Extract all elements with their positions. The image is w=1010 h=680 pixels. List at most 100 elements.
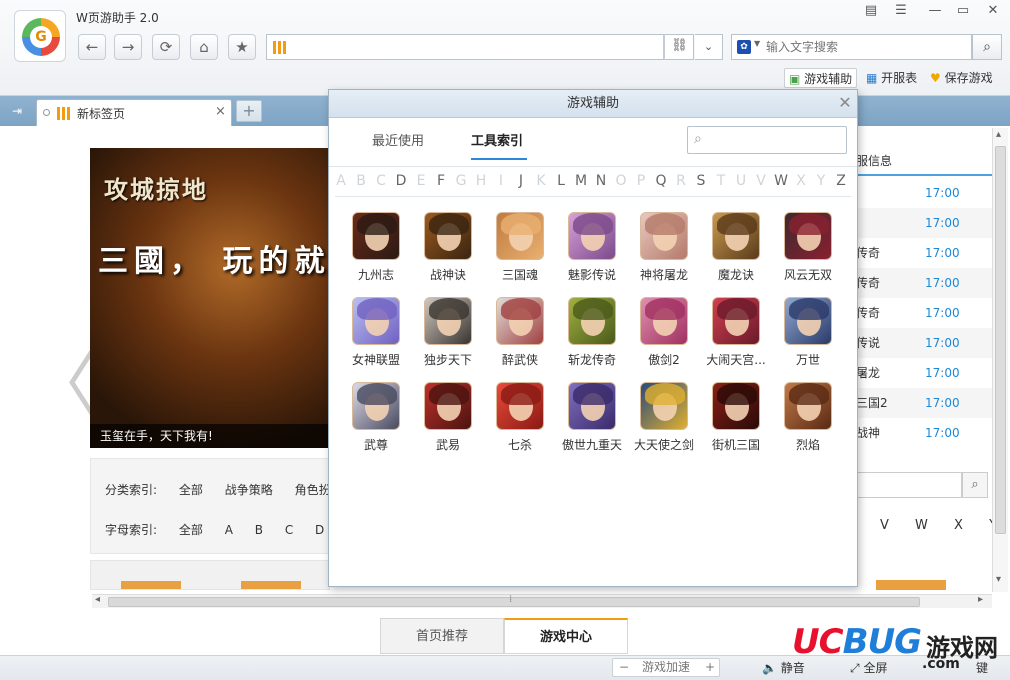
alpha-f[interactable]: F xyxy=(431,168,451,194)
alpha-l[interactable]: L xyxy=(551,168,571,194)
tool-item[interactable]: 战神诀 xyxy=(412,212,484,294)
tool-item[interactable]: 斩龙传奇 xyxy=(556,297,628,379)
tool-item[interactable]: 独步天下 xyxy=(412,297,484,379)
address-dropdown-button[interactable]: ⌄ xyxy=(695,34,723,60)
server-row[interactable]: 屠龙 17:00 xyxy=(856,358,992,388)
tab-home-recommend[interactable]: 首页推荐 xyxy=(380,618,504,654)
tab-game-center[interactable]: 游戏中心 xyxy=(504,618,628,654)
alpha-w[interactable]: W xyxy=(771,168,791,194)
category-strategy[interactable]: 战争策略 xyxy=(225,483,273,497)
refresh-button[interactable]: ⟳ xyxy=(152,34,180,60)
alpha-s[interactable]: S xyxy=(691,168,711,194)
forward-button[interactable]: → xyxy=(114,34,142,60)
tool-item[interactable]: 街机三国 xyxy=(700,382,772,464)
tool-search-input[interactable]: ⌕ xyxy=(687,126,847,154)
server-row[interactable]: 传奇 17:00 xyxy=(856,238,992,268)
tool-item[interactable]: 烈焰 xyxy=(772,382,844,464)
game-search-input[interactable] xyxy=(856,472,962,498)
game-search-button[interactable]: ⌕ xyxy=(962,472,988,498)
category-rpg[interactable]: 角色扮 xyxy=(295,483,331,497)
tab-new-tab[interactable]: 新标签页 × xyxy=(36,99,232,126)
search-input[interactable] xyxy=(766,38,966,56)
search-box[interactable]: ✿ ▼ xyxy=(731,34,972,60)
new-tab-button[interactable]: + xyxy=(236,100,262,122)
scroll-right-icon[interactable]: ▸ xyxy=(978,594,983,605)
tool-item[interactable]: 大闹天宫... xyxy=(700,297,772,379)
vertical-scrollbar[interactable]: ▴ ▾ xyxy=(992,128,1008,592)
thumb-2[interactable] xyxy=(241,581,301,589)
server-row[interactable]: 17:00 xyxy=(856,178,992,208)
alpha-z[interactable]: Z xyxy=(831,168,851,194)
tool-item[interactable]: 傲世九重天 xyxy=(556,382,628,464)
server-row[interactable]: 17:00 xyxy=(856,208,992,238)
thumb-3[interactable] xyxy=(876,580,946,590)
maximize-button[interactable]: ▭ xyxy=(952,2,974,20)
letter-x[interactable]: X xyxy=(954,518,963,533)
server-row[interactable]: 传说 17:00 xyxy=(856,328,992,358)
tool-item[interactable]: 醉武侠 xyxy=(484,297,556,379)
close-window-button[interactable]: ✕ xyxy=(982,2,1004,20)
search-button[interactable]: ⌕ xyxy=(972,34,1002,60)
scroll-down-icon[interactable]: ▾ xyxy=(996,574,1001,585)
alpha-m[interactable]: M xyxy=(571,168,591,194)
letter-w[interactable]: W xyxy=(915,518,928,533)
tool-item[interactable]: 武易 xyxy=(412,382,484,464)
alpha-j[interactable]: J xyxy=(511,168,531,194)
tool-item[interactable]: 魅影传说 xyxy=(556,212,628,294)
tab-recent[interactable]: 最近使用 xyxy=(372,130,424,154)
letter-all[interactable]: 全部 xyxy=(179,523,203,537)
server-row[interactable]: 传奇 17:00 xyxy=(856,298,992,328)
tool-item[interactable]: 女神联盟 xyxy=(340,297,412,379)
home-button[interactable]: ⌂ xyxy=(190,34,218,60)
back-button[interactable]: ← xyxy=(78,34,106,60)
tool-item[interactable]: 武尊 xyxy=(340,382,412,464)
server-time: 17:00 xyxy=(925,336,960,350)
search-engine-icon[interactable]: ✿ xyxy=(737,40,751,54)
tool-item[interactable]: 大天使之剑 xyxy=(628,382,700,464)
tab-close-icon[interactable]: × xyxy=(215,104,226,119)
horizontal-scroll-thumb[interactable]: ⁞ xyxy=(108,594,920,607)
letter-c[interactable]: C xyxy=(285,523,293,537)
carousel-prev-icon[interactable]: 〈 xyxy=(28,350,98,420)
server-row[interactable]: 战神 17:00 xyxy=(856,418,992,448)
engine-dropdown-icon[interactable]: ▼ xyxy=(754,39,760,48)
minimize-button[interactable]: — xyxy=(924,2,946,20)
tool-item[interactable]: 七杀 xyxy=(484,382,556,464)
alpha-n[interactable]: N xyxy=(591,168,611,194)
letter-b[interactable]: B xyxy=(255,523,263,537)
tab-tool-index[interactable]: 工具索引 xyxy=(471,130,523,154)
letter-d[interactable]: D xyxy=(315,523,324,537)
letter-v[interactable]: V xyxy=(880,518,889,533)
address-bar[interactable] xyxy=(266,34,694,60)
tool-item[interactable]: 风云无双 xyxy=(772,212,844,294)
vertical-scroll-thumb[interactable] xyxy=(995,146,1006,534)
alpha-d[interactable]: D xyxy=(391,168,411,194)
favorite-button[interactable]: ★ xyxy=(228,34,256,60)
server-row[interactable]: 三国2 17:00 xyxy=(856,388,992,418)
server-row[interactable]: 传奇 17:00 xyxy=(856,268,992,298)
sidebar-toggle-icon[interactable]: ⇥ xyxy=(4,100,30,122)
game-banner[interactable]: 攻城掠地 三國， 玩的就 玉玺在手，天下我有! xyxy=(90,148,330,448)
accel-minus-button[interactable]: − xyxy=(619,659,629,676)
letter-a[interactable]: A xyxy=(225,523,233,537)
tool-item[interactable]: 三国魂 xyxy=(484,212,556,294)
tool-item[interactable]: 神将屠龙 xyxy=(628,212,700,294)
alpha-q[interactable]: Q xyxy=(651,168,671,194)
scroll-left-icon[interactable]: ◂ xyxy=(95,594,100,605)
accel-plus-button[interactable]: + xyxy=(705,659,715,676)
tool-item[interactable]: 傲剑2 xyxy=(628,297,700,379)
link-icon[interactable]: ⛓ xyxy=(664,34,694,60)
category-all[interactable]: 全部 xyxy=(179,483,203,497)
horizontal-scrollbar[interactable]: ◂ ⁞ ▸ xyxy=(92,594,992,608)
tool-item[interactable]: 万世 xyxy=(772,297,844,379)
dialog-close-icon[interactable]: ✕ xyxy=(835,93,855,113)
game-assist-button[interactable]: ▣ 游戏辅助 xyxy=(784,68,858,88)
tool-item[interactable]: 九州志 xyxy=(340,212,412,294)
scroll-up-icon[interactable]: ▴ xyxy=(996,129,1001,140)
tool-item[interactable]: 魔龙诀 xyxy=(700,212,772,294)
skin-menu-icon[interactable]: ▤ xyxy=(860,2,882,20)
save-game-button[interactable]: ♥ 保存游戏 xyxy=(926,68,997,88)
thumb-1[interactable] xyxy=(121,581,181,589)
server-table-button[interactable]: ▦ 开服表 xyxy=(862,68,921,88)
options-menu-icon[interactable]: ☰ xyxy=(890,2,912,20)
